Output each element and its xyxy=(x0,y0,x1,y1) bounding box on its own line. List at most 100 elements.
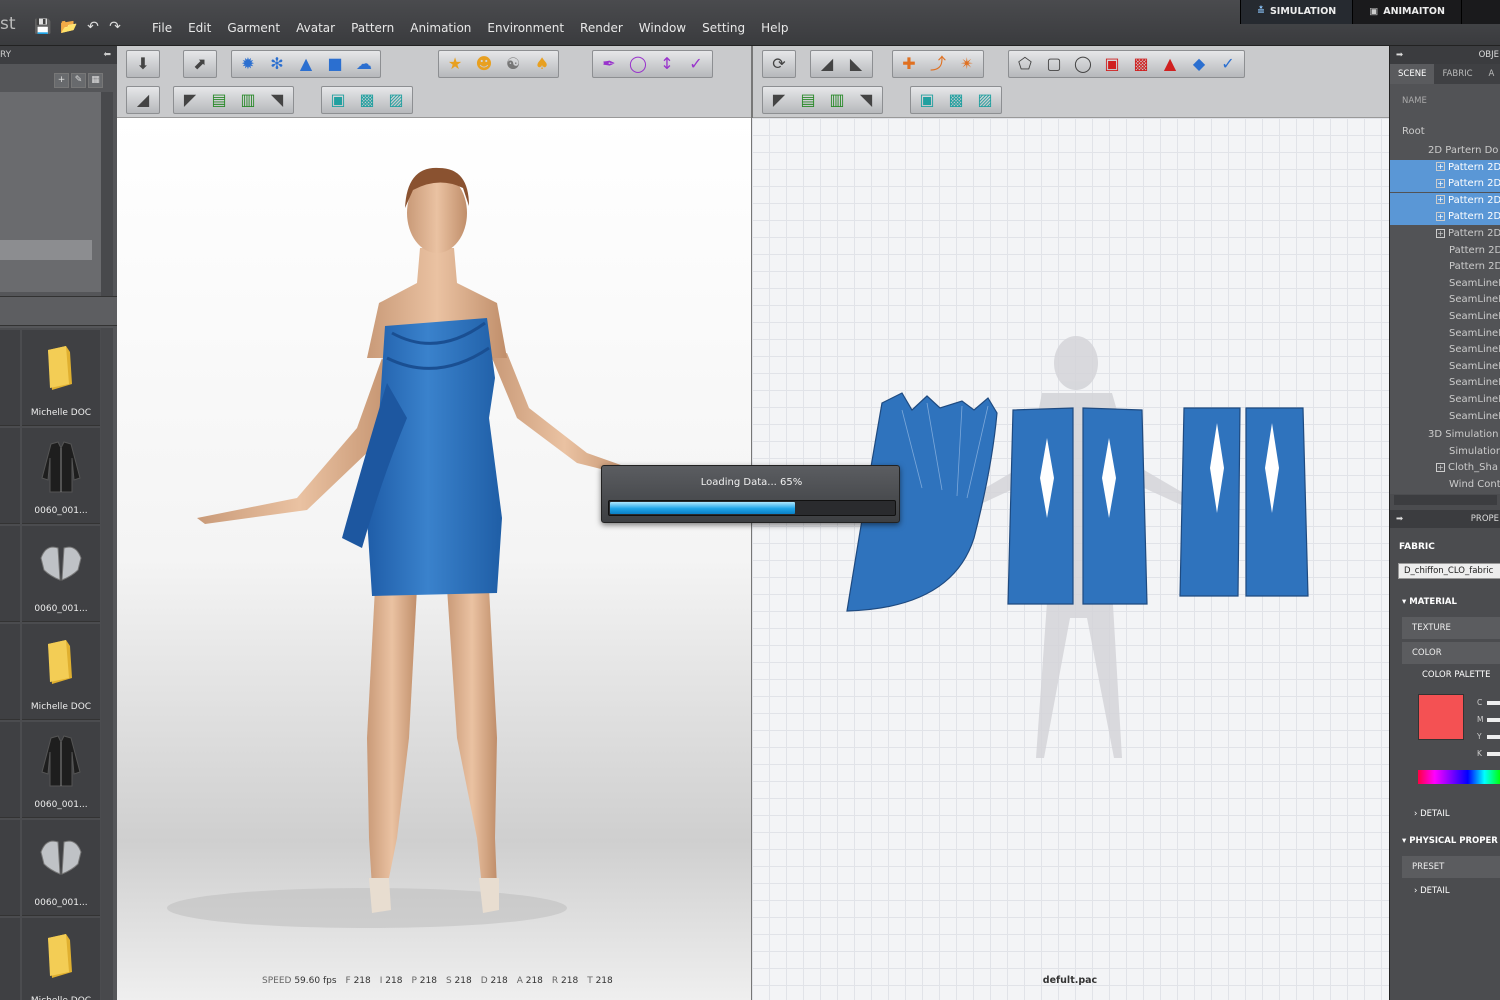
library-item-edge[interactable] xyxy=(0,820,20,916)
menu-render[interactable]: Render xyxy=(572,21,631,35)
library-item[interactable]: 0060_001... xyxy=(22,722,100,818)
tab-fabric[interactable]: FABRIC xyxy=(1434,64,1480,84)
internal-polygon-icon[interactable]: ▣ xyxy=(1099,53,1125,75)
preset-row[interactable]: PRESET xyxy=(1402,856,1500,878)
import-icon[interactable]: ⬇ xyxy=(130,53,156,75)
simulate-icon[interactable]: ✹ xyxy=(235,53,261,75)
tree-item[interactable]: + Cloth_Sha xyxy=(1390,460,1500,476)
color-swatch[interactable] xyxy=(1418,694,1464,740)
cmyk-slider-y[interactable] xyxy=(1487,735,1500,739)
menu-window[interactable]: Window xyxy=(631,21,694,35)
tab-a[interactable]: A xyxy=(1481,64,1500,84)
library-item[interactable]: 0060_001... xyxy=(22,526,100,622)
tree-item[interactable]: Pattern 2D xyxy=(1390,259,1500,275)
pin-right-icon[interactable]: ➡ xyxy=(1396,46,1403,64)
texture-map-2d-icon[interactable]: ▩ xyxy=(943,89,969,111)
menu-edit[interactable]: Edit xyxy=(180,21,219,35)
refresh-icon[interactable]: ⟳ xyxy=(766,53,792,75)
circle-icon[interactable]: ◯ xyxy=(1070,53,1096,75)
menu-file[interactable]: File xyxy=(144,21,180,35)
cmyk-slider-c[interactable] xyxy=(1487,701,1500,705)
add-icon[interactable]: + xyxy=(54,73,69,88)
tab-animation[interactable]: ▣ ANIMAITON xyxy=(1353,0,1462,24)
menu-animation[interactable]: Animation xyxy=(402,21,479,35)
sew-multi-2d-icon[interactable]: ▥ xyxy=(824,89,850,111)
edit-pattern-icon[interactable]: ◢ xyxy=(130,89,156,111)
cmyk-slider-m[interactable] xyxy=(1487,718,1500,722)
menu-pattern[interactable]: Pattern xyxy=(343,21,402,35)
library-tree-selection[interactable] xyxy=(0,240,92,260)
fold-icon[interactable]: ▲ xyxy=(293,53,319,75)
tree-item[interactable]: + Pattern 2D xyxy=(1390,226,1500,242)
material-section[interactable]: ▾ MATERIAL xyxy=(1402,597,1457,607)
menu-setting[interactable]: Setting xyxy=(694,21,753,35)
redo-icon[interactable]: ↷ xyxy=(105,18,125,36)
scene-tree-scrollbar[interactable] xyxy=(1394,495,1497,505)
texture-edit-2d-icon[interactable]: ▣ xyxy=(914,89,940,111)
tree-item[interactable]: Simulation xyxy=(1390,444,1500,460)
library-divider[interactable] xyxy=(0,296,117,326)
tree-item[interactable]: + Pattern 2D xyxy=(1390,159,1500,176)
library-item-edge[interactable] xyxy=(0,624,20,720)
color-spectrum[interactable] xyxy=(1418,770,1500,784)
expand-icon[interactable]: + xyxy=(1436,462,1445,472)
tree-item[interactable]: SeamLineP xyxy=(1390,359,1500,375)
pattern-piece-front-left[interactable] xyxy=(1007,407,1074,605)
fabric-select[interactable]: D_chiffon_CLO_fabric xyxy=(1398,563,1500,579)
tree-item[interactable]: SeamLineP xyxy=(1390,276,1500,292)
save-icon[interactable]: 💾 xyxy=(33,18,53,36)
sew-edit-2d-icon[interactable]: ◥ xyxy=(853,89,879,111)
tree-item[interactable]: SeamLineP xyxy=(1390,392,1500,408)
sew-segment-2d-icon[interactable]: ◤ xyxy=(766,89,792,111)
tree-item[interactable]: + Pattern 2D xyxy=(1390,192,1500,209)
viewport-2d[interactable] xyxy=(752,118,1389,1000)
library-grid-scrollbar[interactable] xyxy=(101,328,113,1000)
draw-curve-icon[interactable]: ⤴ xyxy=(925,53,951,75)
dart-icon[interactable]: ◆ xyxy=(1186,53,1212,75)
undo-icon[interactable]: ↶ xyxy=(83,18,103,36)
library-item[interactable]: 0060_001... xyxy=(22,428,100,524)
library-item[interactable]: Michelle DOC xyxy=(22,330,100,426)
tree-item[interactable]: Pattern 2D xyxy=(1390,243,1500,259)
tree-item[interactable]: Root xyxy=(1390,124,1500,140)
tree-item[interactable]: Wind Cont xyxy=(1390,477,1500,493)
tree-item[interactable]: SeamLineP xyxy=(1390,342,1500,358)
edit-point-icon[interactable]: ◣ xyxy=(843,53,869,75)
menu-environment[interactable]: Environment xyxy=(479,21,572,35)
menu-avatar[interactable]: Avatar xyxy=(288,21,343,35)
texture-transform-2d-icon[interactable]: ▨ xyxy=(972,89,998,111)
library-item-edge[interactable] xyxy=(0,428,20,524)
expand-icon[interactable]: + xyxy=(1436,195,1445,205)
edit-icon[interactable]: ✎ xyxy=(71,73,86,88)
circumference-icon[interactable]: ◯ xyxy=(625,53,651,75)
pin-icon[interactable]: ⬅ xyxy=(103,46,111,64)
rectangle-icon[interactable]: ▢ xyxy=(1041,53,1067,75)
expand-icon[interactable]: + xyxy=(1436,162,1445,172)
color-row[interactable]: COLOR xyxy=(1402,642,1500,664)
texture-map-icon[interactable]: ▩ xyxy=(354,89,380,111)
expand-icon[interactable]: + xyxy=(1436,228,1445,238)
pattern-piece-front-right[interactable] xyxy=(1082,407,1148,605)
open-folder-icon[interactable]: 📂 xyxy=(59,18,79,36)
library-tree[interactable] xyxy=(0,92,101,292)
tree-item[interactable]: SeamLineP xyxy=(1390,309,1500,325)
menu-help[interactable]: Help xyxy=(753,21,796,35)
tab-scene[interactable]: SCENE xyxy=(1390,64,1435,84)
menu-garment[interactable]: Garment xyxy=(219,21,288,35)
detail-toggle-2[interactable]: › DETAIL xyxy=(1414,886,1450,896)
library-item-edge[interactable] xyxy=(0,526,20,622)
library-tree-scrollbar[interactable] xyxy=(101,92,113,298)
sew-free-icon[interactable]: ▤ xyxy=(206,89,232,111)
cmyk-slider-k[interactable] xyxy=(1487,752,1500,756)
tree-item[interactable]: + Pattern 2D xyxy=(1390,176,1500,193)
fold-pattern-icon[interactable]: ✓ xyxy=(1215,53,1241,75)
expand-icon[interactable]: + xyxy=(1436,178,1445,188)
delete-icon[interactable]: ▦ xyxy=(88,73,103,88)
pin-cloth-icon[interactable]: ■ xyxy=(322,53,348,75)
tape-icon[interactable]: ✓ xyxy=(683,53,709,75)
tree-item[interactable]: 2D Partern Do xyxy=(1390,143,1500,159)
texture-transform-icon[interactable]: ▨ xyxy=(383,89,409,111)
tree-item[interactable]: 3D Simulation xyxy=(1390,427,1500,443)
pin-property-icon[interactable]: ➡ xyxy=(1396,510,1403,528)
polygon-icon[interactable]: ⬠ xyxy=(1012,53,1038,75)
